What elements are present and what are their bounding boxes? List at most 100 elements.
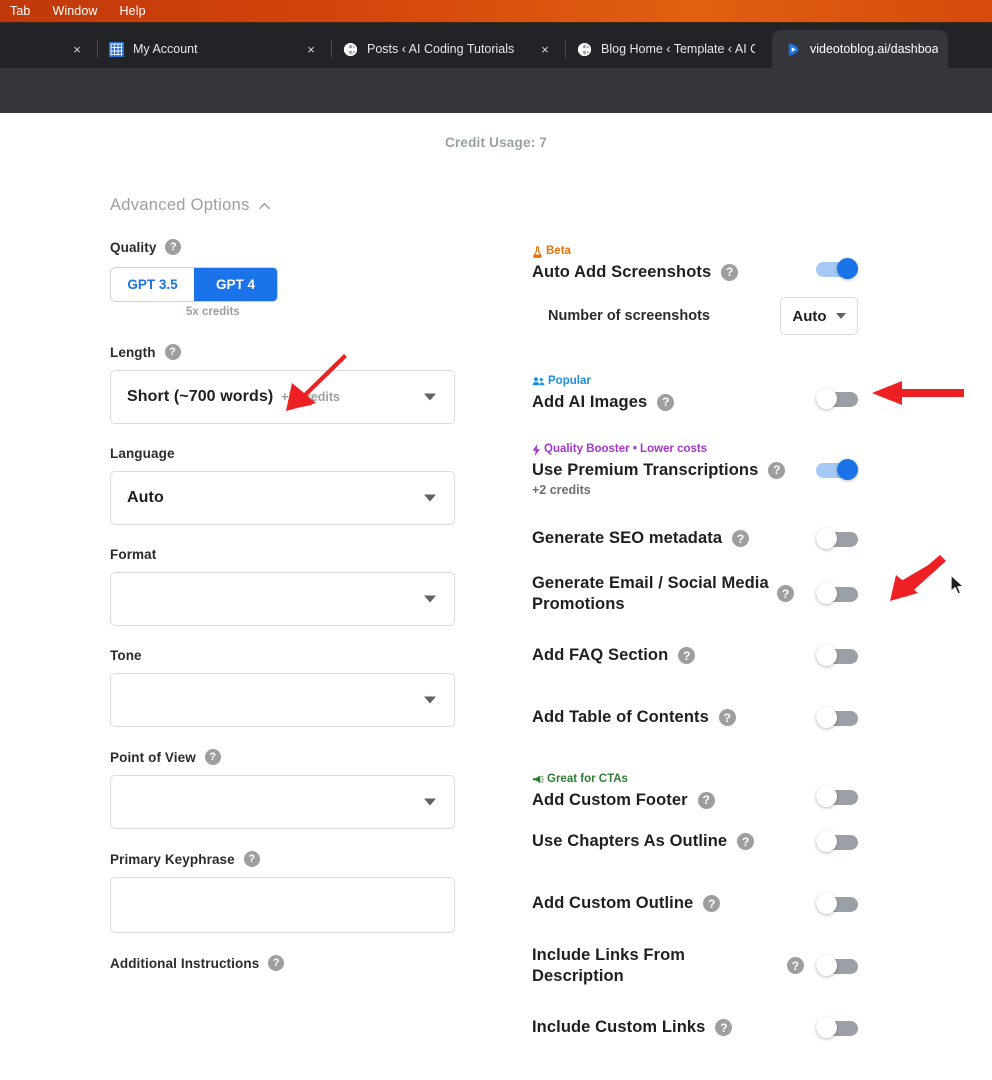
additional-instructions-field: Additional Instructions ? xyxy=(110,955,455,971)
tab-divider xyxy=(97,40,98,58)
length-credits-suffix: +5 credits xyxy=(281,390,340,404)
browser-tab-active[interactable]: × videotoblog.ai/dashboard xyxy=(772,30,948,68)
menu-item-window[interactable]: Window xyxy=(52,0,97,22)
basic-options-column: Quality ? GPT 3.5 GPT 4 5x credits Lengt… xyxy=(110,239,455,1059)
os-menu-bar: Tab Window Help xyxy=(0,0,992,22)
globe-icon xyxy=(577,42,592,57)
primary-keyphrase-input[interactable] xyxy=(110,877,455,933)
quality-field: Quality ? GPT 3.5 GPT 4 5x credits xyxy=(110,239,455,318)
quality-option-gpt4[interactable]: GPT 4 xyxy=(194,268,277,301)
beta-badge: Beta xyxy=(532,245,804,259)
tone-label-row: Tone xyxy=(110,648,455,663)
add-ai-images-title-row: Add AI Images ? xyxy=(532,392,804,413)
help-icon[interactable]: ? xyxy=(243,851,260,867)
format-field: Format xyxy=(110,547,455,626)
point-of-view-select[interactable] xyxy=(110,775,455,829)
close-icon[interactable]: × xyxy=(300,38,322,60)
help-icon[interactable]: ? xyxy=(268,955,285,971)
close-icon[interactable]: × xyxy=(534,38,556,60)
help-icon[interactable]: ? xyxy=(697,791,715,809)
length-select[interactable]: Short (~700 words) +5 credits xyxy=(110,370,455,424)
help-icon[interactable]: ? xyxy=(165,239,182,255)
quality-credits-note: 5x credits xyxy=(186,306,240,318)
use-chapters-as-outline-title: Use Chapters As Outline xyxy=(532,832,728,851)
language-value: Auto xyxy=(127,489,164,506)
generate-seo-metadata-toggle[interactable] xyxy=(816,527,858,549)
chevron-down-icon xyxy=(424,494,436,502)
options-columns: Quality ? GPT 3.5 GPT 4 5x credits Lengt… xyxy=(0,239,992,1059)
generate-email-social-toggle[interactable] xyxy=(816,582,858,604)
chevron-down-icon xyxy=(424,696,436,704)
help-icon[interactable]: ? xyxy=(678,647,696,665)
language-label-row: Language xyxy=(110,446,455,461)
tab-title: Posts ‹ AI Coding Tutorials — xyxy=(367,42,517,56)
help-icon[interactable]: ? xyxy=(777,585,794,603)
close-icon[interactable]: × xyxy=(66,38,88,60)
help-icon[interactable]: ? xyxy=(204,749,221,765)
toggle-knob xyxy=(816,1016,837,1038)
menu-item-tab[interactable]: Tab xyxy=(10,0,30,22)
popular-badge-label: Popular xyxy=(548,375,591,388)
language-label: Language xyxy=(110,446,175,461)
megaphone-icon xyxy=(532,774,544,785)
browser-tab[interactable]: × Blog Home ‹ Template ‹ AI Co xyxy=(534,30,772,68)
beta-badge-label: Beta xyxy=(546,245,571,258)
quality-option-gpt35[interactable]: GPT 3.5 xyxy=(111,268,194,301)
add-faq-section-row: Add FAQ Section ? xyxy=(532,625,992,687)
use-premium-transcriptions-toggle[interactable] xyxy=(816,458,858,480)
browser-toolbar xyxy=(0,68,992,113)
help-icon[interactable]: ? xyxy=(768,461,786,479)
format-select[interactable] xyxy=(110,572,455,626)
advanced-options-label: Advanced Options xyxy=(110,196,250,214)
add-faq-section-toggle[interactable] xyxy=(816,644,858,666)
length-label-row: Length ? xyxy=(110,344,455,360)
add-table-of-contents-toggle[interactable] xyxy=(816,706,858,728)
help-icon[interactable]: ? xyxy=(164,344,181,360)
toggle-knob xyxy=(816,830,837,852)
tab-title: videotoblog.ai/dashboard xyxy=(810,42,938,56)
help-icon[interactable]: ? xyxy=(718,709,736,727)
help-icon[interactable]: ? xyxy=(703,895,721,913)
use-chapters-as-outline-main: Use Chapters As Outline ? xyxy=(532,831,804,852)
browser-tab[interactable]: × My Account xyxy=(0,30,300,68)
add-custom-footer-row: Great for CTAs Add Custom Footer ? xyxy=(532,749,992,811)
include-links-from-description-title-row: Include Links From Description ? xyxy=(532,945,804,987)
quality-segmented-control[interactable]: GPT 3.5 GPT 4 xyxy=(110,267,278,302)
flask-icon xyxy=(532,246,543,258)
add-ai-images-toggle[interactable] xyxy=(816,388,858,409)
help-icon[interactable]: ? xyxy=(737,833,755,851)
include-links-from-description-main: Include Links From Description ? xyxy=(532,945,804,987)
add-custom-outline-toggle[interactable] xyxy=(816,892,858,914)
auto-add-screenshots-toggle[interactable] xyxy=(816,258,858,279)
menu-item-help[interactable]: Help xyxy=(120,0,146,22)
advanced-options-toggle[interactable]: Advanced Options xyxy=(110,196,271,215)
number-of-screenshots-label: Number of screenshots xyxy=(548,308,710,324)
include-custom-links-title: Include Custom Links xyxy=(532,1018,706,1037)
include-custom-links-toggle[interactable] xyxy=(816,1016,858,1038)
help-icon[interactable]: ? xyxy=(787,957,804,975)
add-table-of-contents-title-row: Add Table of Contents ? xyxy=(532,707,804,728)
tab-divider xyxy=(331,40,332,58)
add-custom-footer-main: Great for CTAs Add Custom Footer ? xyxy=(532,773,804,811)
use-premium-transcriptions-title-row: Use Premium Transcriptions ? xyxy=(532,460,804,481)
language-select[interactable]: Auto xyxy=(110,471,455,525)
quality-label: Quality xyxy=(110,239,157,255)
use-chapters-as-outline-toggle[interactable] xyxy=(816,830,858,852)
include-links-from-description-toggle[interactable] xyxy=(816,954,858,976)
tone-select[interactable] xyxy=(110,673,455,727)
primary-keyphrase-label: Primary Keyphrase xyxy=(110,851,235,867)
help-icon[interactable]: ? xyxy=(721,263,739,281)
number-of-screenshots-select[interactable]: Auto xyxy=(780,297,858,335)
add-custom-outline-row: Add Custom Outline ? xyxy=(532,873,992,935)
use-chapters-as-outline-title-row: Use Chapters As Outline ? xyxy=(532,831,804,852)
help-icon[interactable]: ? xyxy=(732,530,750,548)
language-field: Language Auto xyxy=(110,446,455,525)
include-custom-links-title-row: Include Custom Links ? xyxy=(532,1017,804,1038)
help-icon[interactable]: ? xyxy=(715,1019,733,1037)
help-icon[interactable]: ? xyxy=(657,393,675,411)
add-custom-footer-toggle[interactable] xyxy=(816,785,858,807)
length-label: Length xyxy=(110,344,156,360)
browser-tab[interactable]: × Posts ‹ AI Coding Tutorials — xyxy=(300,30,534,68)
chevron-up-icon xyxy=(258,199,271,212)
